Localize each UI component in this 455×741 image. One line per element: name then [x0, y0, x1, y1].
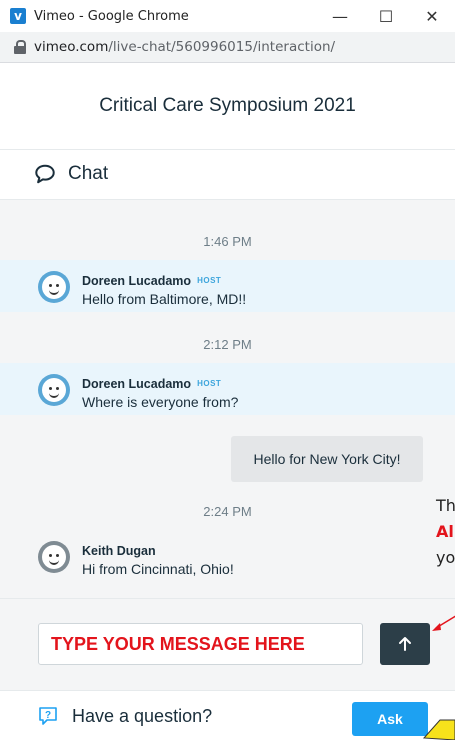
- chat-input-area: TYPE YOUR MESSAGE HERE: [0, 598, 455, 691]
- timestamp: 1:46 PM: [203, 234, 252, 249]
- timestamp: 2:12 PM: [203, 337, 252, 352]
- avatar: [38, 374, 70, 406]
- pointer-annotation-icon: [422, 719, 455, 740]
- list-item: Keith Dugan Hi from Cincinnati, Ohio!: [0, 530, 455, 582]
- chat-header: Chat: [0, 149, 455, 200]
- author-name-text: Doreen Lucadamo: [82, 377, 192, 391]
- window-title: Vimeo - Google Chrome: [34, 8, 189, 24]
- question-bar: ? Have a question? Ask: [0, 690, 455, 741]
- chat-header-label: Chat: [68, 163, 109, 184]
- author-name: Doreen Lucadamo HOST: [82, 274, 221, 288]
- host-badge: HOST: [197, 379, 222, 388]
- svg-text:?: ?: [45, 710, 51, 721]
- browser-titlebar: v Vimeo - Google Chrome — ☐ ✕: [0, 0, 455, 32]
- arrow-up-icon: [399, 637, 411, 651]
- url-path: /live-chat/560996015/interaction/: [108, 39, 336, 55]
- message-list[interactable]: 1:46 PM Doreen Lucadamo HOST Hello from B…: [0, 200, 455, 598]
- annotation-text-1: Th: [436, 496, 455, 515]
- avatar: [38, 541, 70, 573]
- annotation-arrow-icon: [432, 615, 455, 631]
- close-button[interactable]: ✕: [409, 0, 455, 32]
- list-item: Doreen Lucadamo HOST Hello from Baltimore…: [0, 260, 455, 312]
- chat-bubble-icon: [35, 164, 55, 184]
- minimize-button[interactable]: —: [317, 0, 363, 32]
- maximize-button[interactable]: ☐: [363, 0, 409, 32]
- message-text: Hi from Cincinnati, Ohio!: [82, 561, 234, 577]
- host-badge: HOST: [197, 276, 222, 285]
- avatar: [38, 271, 70, 303]
- url-text[interactable]: vimeo.com/live-chat/560996015/interactio…: [34, 39, 335, 55]
- timestamp: 2:24 PM: [203, 504, 252, 519]
- event-title: Critical Care Symposium 2021: [0, 63, 455, 150]
- ask-button[interactable]: Ask: [352, 702, 428, 736]
- author-name-text: Doreen Lucadamo: [82, 274, 192, 288]
- message-input[interactable]: TYPE YOUR MESSAGE HERE: [38, 623, 363, 665]
- list-item: Doreen Lucadamo HOST Where is everyone fr…: [0, 363, 455, 415]
- author-name: Keith Dugan: [82, 544, 156, 558]
- message-text: Where is everyone from?: [82, 394, 239, 410]
- own-message-bubble: Hello for New York City!: [231, 436, 423, 482]
- message-text: Hello from Baltimore, MD!!: [82, 291, 247, 307]
- address-bar[interactable]: vimeo.com/live-chat/560996015/interactio…: [0, 32, 455, 63]
- send-button[interactable]: [380, 623, 430, 665]
- author-name: Doreen Lucadamo HOST: [82, 377, 221, 391]
- question-icon: ?: [39, 707, 57, 725]
- lock-icon: [14, 40, 26, 54]
- annotation-text-3: yo: [436, 548, 455, 567]
- annotation-text-2: Al: [436, 522, 454, 541]
- question-label: Have a question?: [72, 705, 213, 726]
- vimeo-logo-icon: v: [10, 8, 26, 24]
- url-host: vimeo.com: [34, 39, 109, 55]
